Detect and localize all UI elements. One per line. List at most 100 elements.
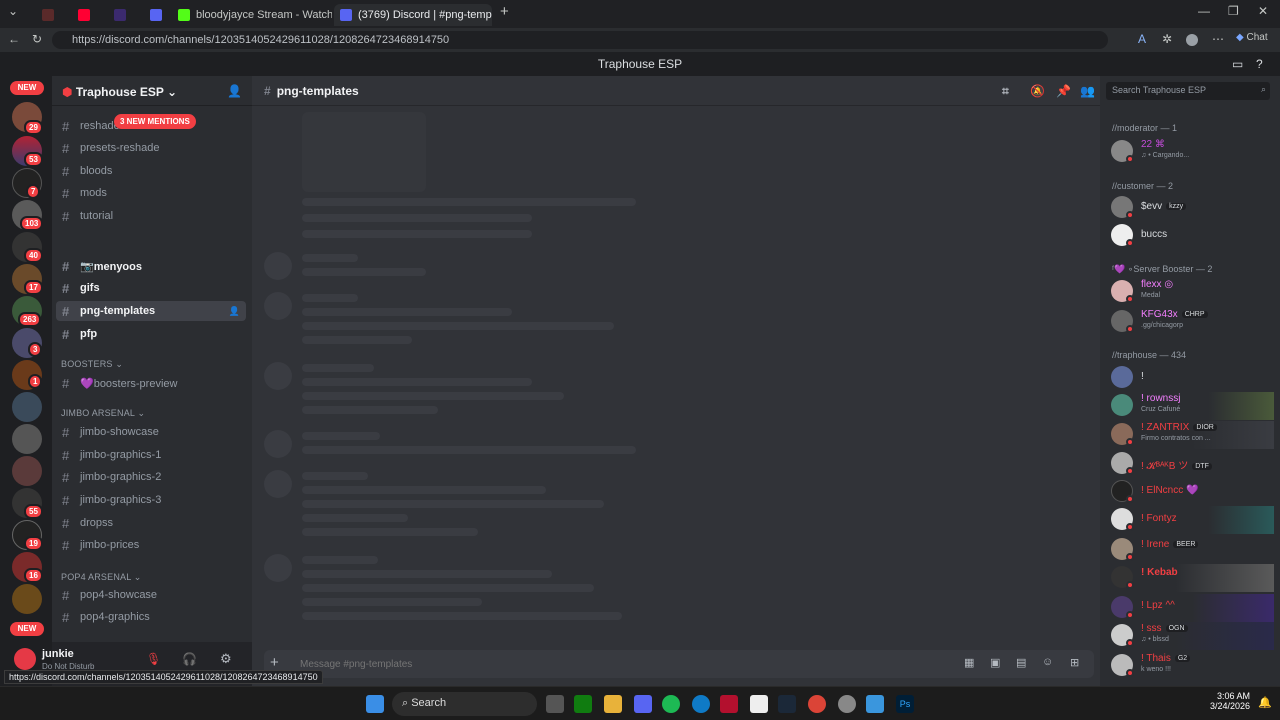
minimize-button[interactable]: — (1198, 4, 1210, 18)
help-icon[interactable]: ? (1256, 52, 1263, 76)
tab-pinned-2[interactable] (72, 4, 94, 26)
spotify-icon[interactable] (662, 695, 680, 713)
channel-dropss[interactable]: # dropss (56, 513, 246, 533)
member-item[interactable]: $evv kzzy (1110, 194, 1274, 222)
extensions-icon[interactable]: ✲ (1162, 32, 1172, 46)
back-arrow-icon[interactable]: ← (8, 32, 20, 46)
channel-tutorial[interactable]: # tutorial (56, 206, 246, 226)
channel-boosters-preview[interactable]: # 💜boosters-preview (56, 373, 246, 393)
acrobat-icon[interactable] (720, 695, 738, 713)
member-item[interactable]: flexx ◎ Medal (1110, 278, 1274, 306)
tab-discord[interactable]: (3769) Discord | #png-templates | (334, 4, 492, 26)
tab-list-icon[interactable]: ⌄ (8, 4, 18, 18)
member-item[interactable]: ! Fontyz (1110, 506, 1274, 534)
discord-app-icon[interactable] (634, 695, 652, 713)
channel-mods[interactable]: # mods (56, 183, 246, 203)
member-item[interactable]: 22 ⌘ ♫ • Cargando... (1110, 138, 1274, 166)
server-header[interactable]: ⬢ Traphouse ESP ⌄ 👤 (52, 76, 252, 106)
invite-icon[interactable]: 👤 (227, 84, 242, 98)
new-tab-button[interactable]: + (500, 3, 509, 20)
gift-icon[interactable]: ▦ (964, 656, 974, 669)
channel-jimbo-graphics-3[interactable]: # jimbo-graphics-3 (56, 490, 246, 510)
category-boosters[interactable]: BOOSTERS ⌄ (61, 359, 123, 370)
copilot-chat-button[interactable]: ◆ Chat (1236, 32, 1268, 43)
menu-dots-icon[interactable]: ⋯ (1212, 32, 1224, 46)
settings-icon[interactable] (838, 695, 856, 713)
profile-avatar[interactable] (1186, 34, 1198, 46)
photoshop-icon[interactable]: Ps (896, 695, 914, 713)
member-item[interactable]: ! (1110, 364, 1274, 392)
maximize-button[interactable]: ❐ (1228, 4, 1239, 18)
clock[interactable]: 3:06 AM 3/24/2026 (1208, 691, 1250, 711)
channel-menyoos[interactable]: # 📷menyoos (56, 256, 246, 276)
reload-icon[interactable]: ↻ (32, 32, 42, 46)
tab-pinned-1[interactable] (36, 4, 58, 26)
close-window-button[interactable]: ✕ (1258, 4, 1268, 18)
channel-pfp[interactable]: # pfp (56, 324, 246, 344)
message-input[interactable] (300, 655, 900, 673)
category-jimbo-arsenal[interactable]: JIMBO ARSENAL ⌄ (61, 408, 145, 419)
server-search-input[interactable]: Search Traphouse ESP ⌕ (1106, 82, 1270, 100)
member-item[interactable]: ! Thais G2 k weno !!! (1110, 652, 1274, 680)
server-icon[interactable] (12, 584, 42, 614)
channel-jimbo-graphics-2[interactable]: # jimbo-graphics-2 (56, 467, 246, 487)
category-pop4-arsenal[interactable]: POP4 ARSENAL ⌄ (61, 572, 142, 583)
inbox-icon[interactable]: ▭ (1232, 52, 1243, 76)
start-icon[interactable] (366, 695, 384, 713)
member-item[interactable]: ! Irene BEER (1110, 536, 1274, 564)
username[interactable]: junkie (42, 648, 74, 660)
member-item[interactable]: ! ElNcncc 💜 (1110, 478, 1274, 506)
channel-png-templates[interactable]: # png-templates 👤 (56, 301, 246, 321)
channel-jimbo-graphics-1[interactable]: # jimbo-graphics-1 (56, 445, 246, 465)
chrome-icon[interactable] (808, 695, 826, 713)
channel-jimbo-showcase[interactable]: # jimbo-showcase (56, 422, 246, 442)
notification-bell-muted-icon[interactable]: 🔕 (1030, 84, 1045, 98)
tab-pinned-4[interactable] (144, 4, 166, 26)
attach-plus-icon[interactable]: + (270, 654, 279, 671)
tab-kick-stream[interactable]: bloodyjayce Stream - Watch Live o (172, 4, 332, 26)
channel-pop4-graphics[interactable]: # pop4-graphics (56, 607, 246, 627)
member-item[interactable]: ! 𝓚ᴮᴬᴷB ツ DTF (1110, 450, 1274, 478)
channel-bloods[interactable]: # bloods (56, 161, 246, 181)
steam-icon[interactable] (778, 695, 796, 713)
notepad-icon[interactable] (750, 695, 768, 713)
member-item[interactable]: KFG43x CHRP .gg/chicagorp (1110, 308, 1274, 336)
member-item[interactable]: ! rownssj Cruz Cafuné (1110, 392, 1274, 420)
server-icon[interactable] (12, 392, 42, 422)
channel-gifs[interactable]: # gifs (56, 278, 246, 298)
new-badge[interactable]: NEW (10, 81, 44, 95)
server-icon[interactable] (12, 424, 42, 454)
url-input[interactable]: https://discord.com/channels/12035140524… (52, 31, 1108, 49)
member-item[interactable]: ! sss OGN ♫ • blssd (1110, 622, 1274, 650)
channel-jimbo-prices[interactable]: # jimbo-prices (56, 535, 246, 555)
app-icon[interactable] (866, 695, 884, 713)
channel-pop4-showcase[interactable]: # pop4-showcase (56, 585, 246, 605)
member-list-icon[interactable]: 👥 (1080, 84, 1095, 98)
edge-icon[interactable] (692, 695, 710, 713)
sticker-icon[interactable]: ▤ (1016, 656, 1026, 669)
member-item[interactable]: buccs (1110, 222, 1274, 250)
member-item[interactable]: ! ZANTRIX DIOR Firmo contratos con ... (1110, 421, 1274, 449)
taskbar-search[interactable]: ⌕ Search (392, 692, 537, 716)
xbox-icon[interactable] (574, 695, 592, 713)
tab-pinned-3[interactable] (108, 4, 130, 26)
mic-muted-icon[interactable]: 🎙 (146, 652, 161, 666)
gif-icon[interactable]: ▣ (990, 656, 1000, 669)
emoji-icon[interactable]: ☺ (1042, 656, 1053, 668)
threads-icon[interactable]: ⌗ (1002, 84, 1009, 99)
task-view-icon[interactable] (546, 695, 564, 713)
member-item[interactable]: ! Kebab (1110, 564, 1274, 592)
settings-gear-icon[interactable]: ⚙ (220, 651, 232, 667)
new-mentions-pill[interactable]: 3 NEW MENTIONS (114, 114, 196, 129)
file-explorer-icon[interactable] (604, 695, 622, 713)
notification-bell-icon[interactable]: 🔔 (1258, 696, 1272, 709)
pin-icon[interactable]: 📌 (1056, 84, 1071, 98)
new-badge[interactable]: NEW (10, 622, 44, 636)
headphones-icon[interactable]: 🎧 (182, 652, 197, 666)
apps-icon[interactable]: ⊞ (1070, 656, 1079, 669)
server-icon[interactable] (12, 456, 42, 486)
channel-presets-reshade[interactable]: # presets-reshade (56, 138, 246, 158)
user-avatar[interactable] (14, 648, 36, 670)
add-member-icon[interactable]: 👤 (229, 306, 240, 317)
member-item[interactable]: ! Lpz ^^ (1110, 594, 1274, 622)
